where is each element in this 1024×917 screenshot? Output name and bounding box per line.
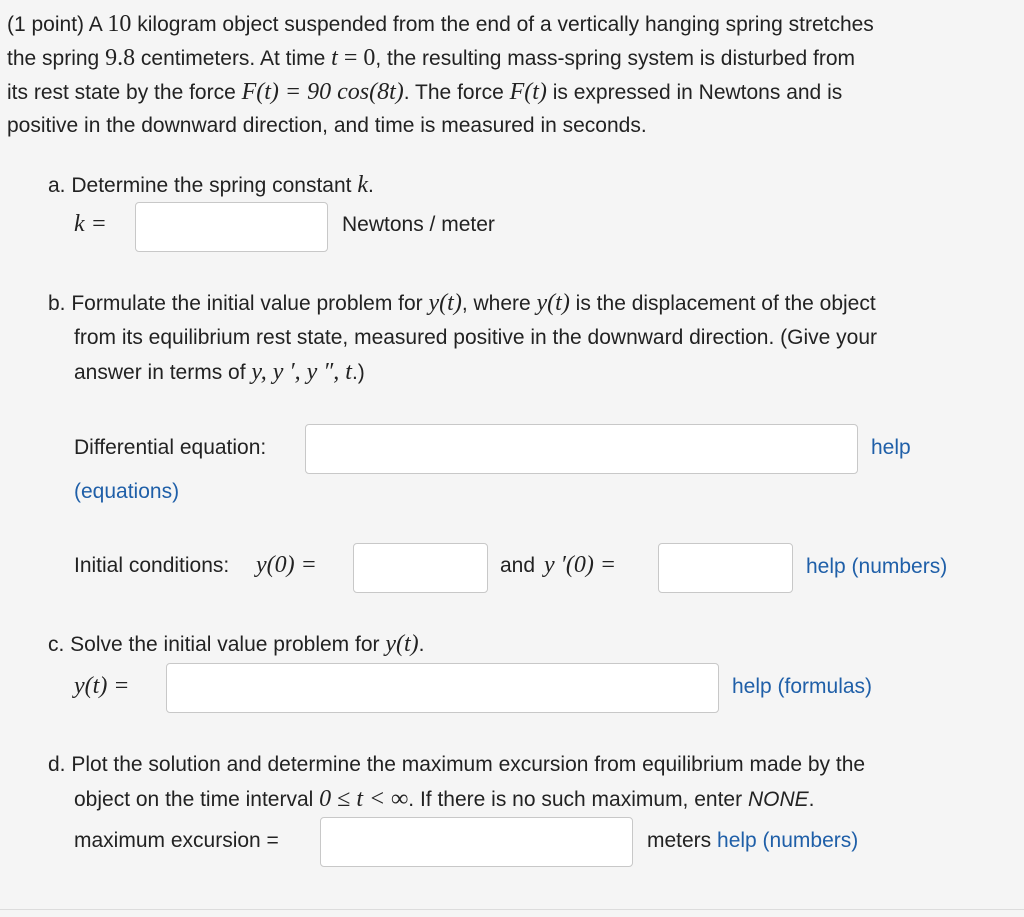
text: .) xyxy=(351,361,365,384)
part-a-prompt: a. Determine the spring constant k. xyxy=(48,173,374,198)
problem-line-2: the spring 9.8 centimeters. At time t = … xyxy=(7,46,855,71)
help-numbers-link[interactable]: help (numbers) xyxy=(717,829,858,852)
ic-label: Initial conditions: xyxy=(74,554,230,577)
text: centimeters. At time xyxy=(135,47,332,70)
help-equations-link[interactable]: (equations) xyxy=(74,480,179,504)
meters-unit: meters help (numbers) xyxy=(647,829,858,853)
part-d-line-2: object on the time interval 0 ≤ t < ∞. I… xyxy=(74,787,814,812)
y0-input[interactable] xyxy=(353,543,488,593)
text: . The force xyxy=(403,81,510,104)
solution-input[interactable] xyxy=(166,663,719,713)
problem-line-3: its rest state by the force F(t) = 90 co… xyxy=(7,80,842,105)
part-b-line-3: answer in terms of y, y ′, y ″, t.) xyxy=(74,360,365,385)
text: . If there is no such maximum, enter xyxy=(408,788,748,811)
and-text: and xyxy=(500,554,536,577)
eq-zero: = 0 xyxy=(337,45,376,71)
de-label: Differential equation: xyxy=(74,436,267,459)
force-expression: F(t) = 90 cos(8t) xyxy=(241,79,404,105)
part-b-line-1: b. Formulate the initial value problem f… xyxy=(48,291,876,316)
stretch-value: 9.8 xyxy=(105,45,136,71)
text: . xyxy=(808,788,815,811)
variables: y, y ′, y ″, t xyxy=(251,359,352,385)
text: , where xyxy=(461,292,537,315)
y-of-t: y(t) xyxy=(536,290,570,316)
help-numbers-link[interactable]: help (numbers) xyxy=(806,555,947,579)
k-variable: k xyxy=(357,172,368,198)
text: a. Determine the spring constant xyxy=(48,174,358,197)
spring-constant-input[interactable] xyxy=(135,202,328,252)
text: object on the time interval xyxy=(74,788,320,811)
text: c. Solve the initial value problem for xyxy=(48,633,386,656)
yp0-input[interactable] xyxy=(658,543,793,593)
text: the spring xyxy=(7,47,106,70)
text: answer in terms of xyxy=(74,361,252,384)
y-of-t: y(t) xyxy=(428,290,462,316)
bottom-divider xyxy=(0,909,1024,910)
help-formulas-link[interactable]: help (formulas) xyxy=(732,675,872,699)
text: its rest state by the force xyxy=(7,81,242,104)
yp0-label: y ′(0) = xyxy=(544,552,617,578)
max-excursion-input[interactable] xyxy=(320,817,633,867)
y-of-t: y(t) xyxy=(385,631,419,657)
none-keyword: NONE xyxy=(747,788,809,811)
problem-line-4: positive in the downward direction, and … xyxy=(7,114,647,137)
y0-label: y(0) = xyxy=(256,552,317,578)
mass-value: 10 xyxy=(107,11,132,37)
k-label: k = xyxy=(74,211,107,237)
intro-text: (1 point) A xyxy=(7,13,108,36)
differential-equation-input[interactable] xyxy=(305,424,858,474)
part-c-prompt: c. Solve the initial value problem for y… xyxy=(48,632,425,657)
text: , the resulting mass-spring system is di… xyxy=(375,47,856,70)
text: . xyxy=(418,633,425,656)
part-b-line-2: from its equilibrium rest state, measure… xyxy=(74,326,878,349)
text: . xyxy=(368,174,374,197)
problem-line-1: (1 point) A 10 kilogram object suspended… xyxy=(7,12,874,37)
time-interval: 0 ≤ t < ∞ xyxy=(319,786,409,812)
k-unit: Newtons / meter xyxy=(342,213,495,236)
text: is the displacement of the object xyxy=(569,292,876,315)
part-d-line-1: d. Plot the solution and determine the m… xyxy=(48,753,866,776)
y-of-t-label: y(t) = xyxy=(74,673,130,699)
unit-text: meters xyxy=(647,829,718,852)
help-link[interactable]: help xyxy=(871,436,911,460)
text: is expressed in Newtons and is xyxy=(546,81,843,104)
force-name: F(t) xyxy=(509,79,547,105)
max-excursion-label: maximum excursion = xyxy=(74,829,279,852)
t-variable: t xyxy=(331,45,338,71)
text: b. Formulate the initial value problem f… xyxy=(48,292,429,315)
intro-text-2: kilogram object suspended from the end o… xyxy=(131,13,874,36)
